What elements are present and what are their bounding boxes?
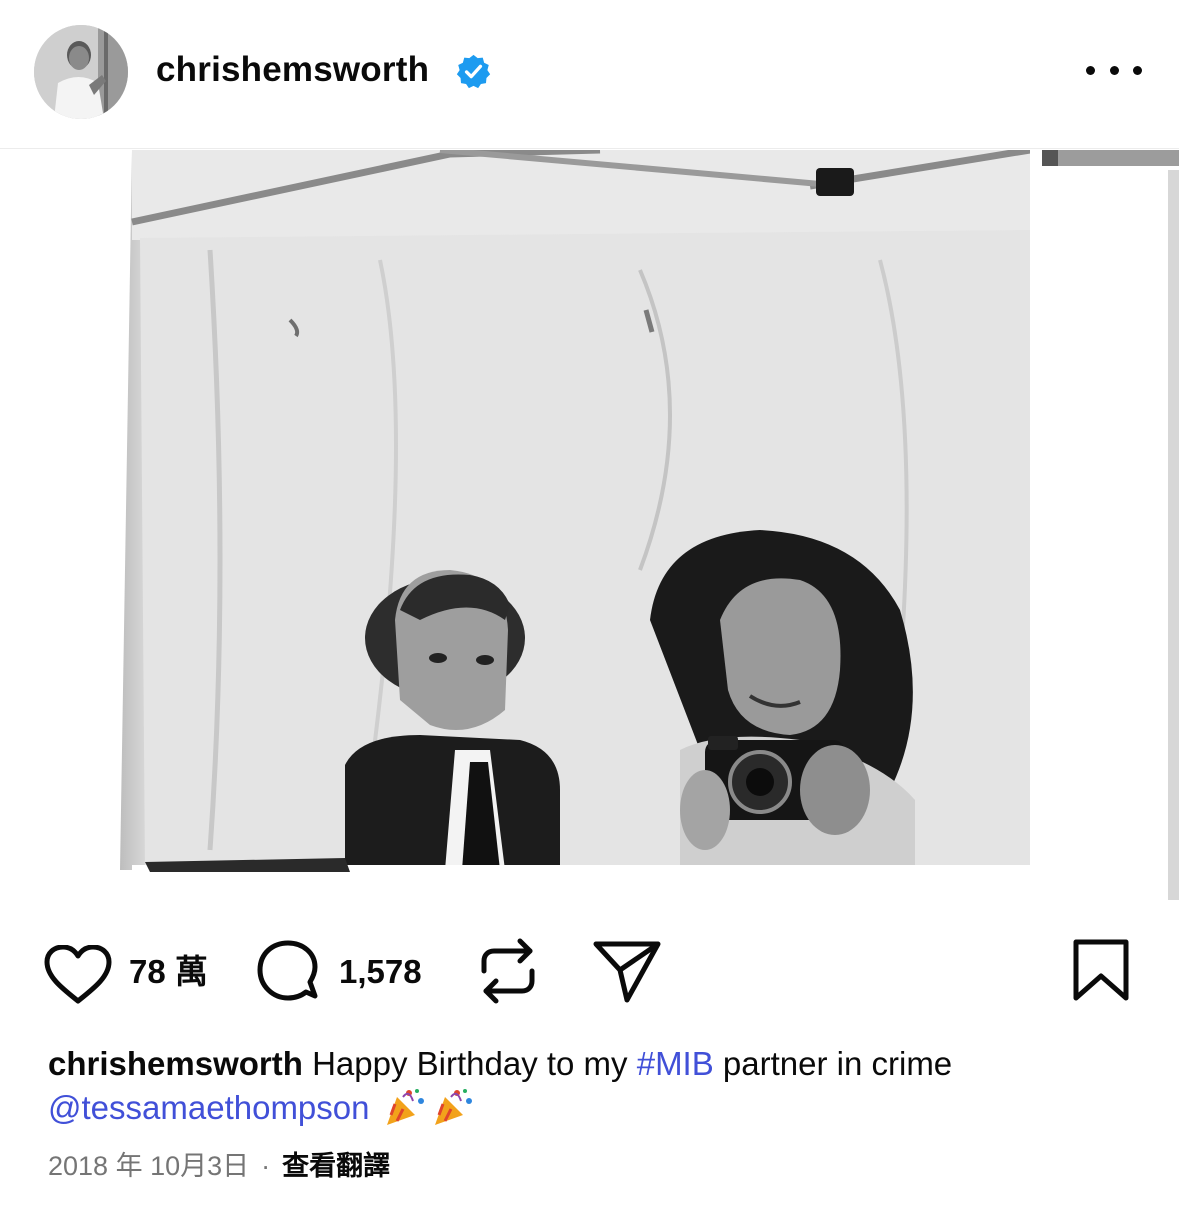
repost-icon[interactable] [476, 935, 540, 1007]
more-dot [1109, 65, 1119, 75]
more-dot [1086, 65, 1095, 75]
mention-link[interactable]: @tessamaethompson [48, 1089, 370, 1126]
meta-separator: · [261, 1151, 271, 1181]
header-divider [0, 148, 1179, 149]
comment-icon[interactable] [255, 940, 321, 1006]
post-date: 2018 年 10月3日 [48, 1151, 250, 1181]
party-popper-emoji-icon [386, 1089, 424, 1125]
bookmark-icon[interactable] [1072, 938, 1130, 1002]
see-translation-link[interactable]: 查看翻譯 [282, 1151, 390, 1181]
post-caption: chrishemsworth Happy Birthday to my #MIB… [48, 1042, 1138, 1130]
action-bar: 78 萬 1,578 [0, 930, 1179, 1014]
more-dot [1133, 65, 1142, 75]
heart-icon[interactable] [43, 945, 113, 1005]
avatar[interactable] [34, 25, 128, 119]
hashtag-link[interactable]: #MIB [637, 1045, 714, 1082]
like-count[interactable]: 78 萬 [129, 952, 208, 992]
post-meta: 2018 年 10月3日 · 查看翻譯 [48, 1148, 390, 1184]
send-icon[interactable] [592, 940, 662, 1004]
comment-count[interactable]: 1,578 [339, 952, 422, 992]
username[interactable]: chrishemsworth [156, 48, 429, 92]
caption-text: Happy Birthday to my [302, 1045, 637, 1082]
verified-badge-icon [456, 54, 491, 89]
post-header: chrishemsworth [0, 0, 1179, 146]
caption-text: partner in crime [713, 1045, 953, 1082]
party-popper-emoji-icon [434, 1089, 472, 1125]
caption-username[interactable]: chrishemsworth [48, 1045, 303, 1082]
post-photo[interactable] [0, 150, 1179, 900]
more-horizontal-icon[interactable] [1086, 52, 1142, 88]
